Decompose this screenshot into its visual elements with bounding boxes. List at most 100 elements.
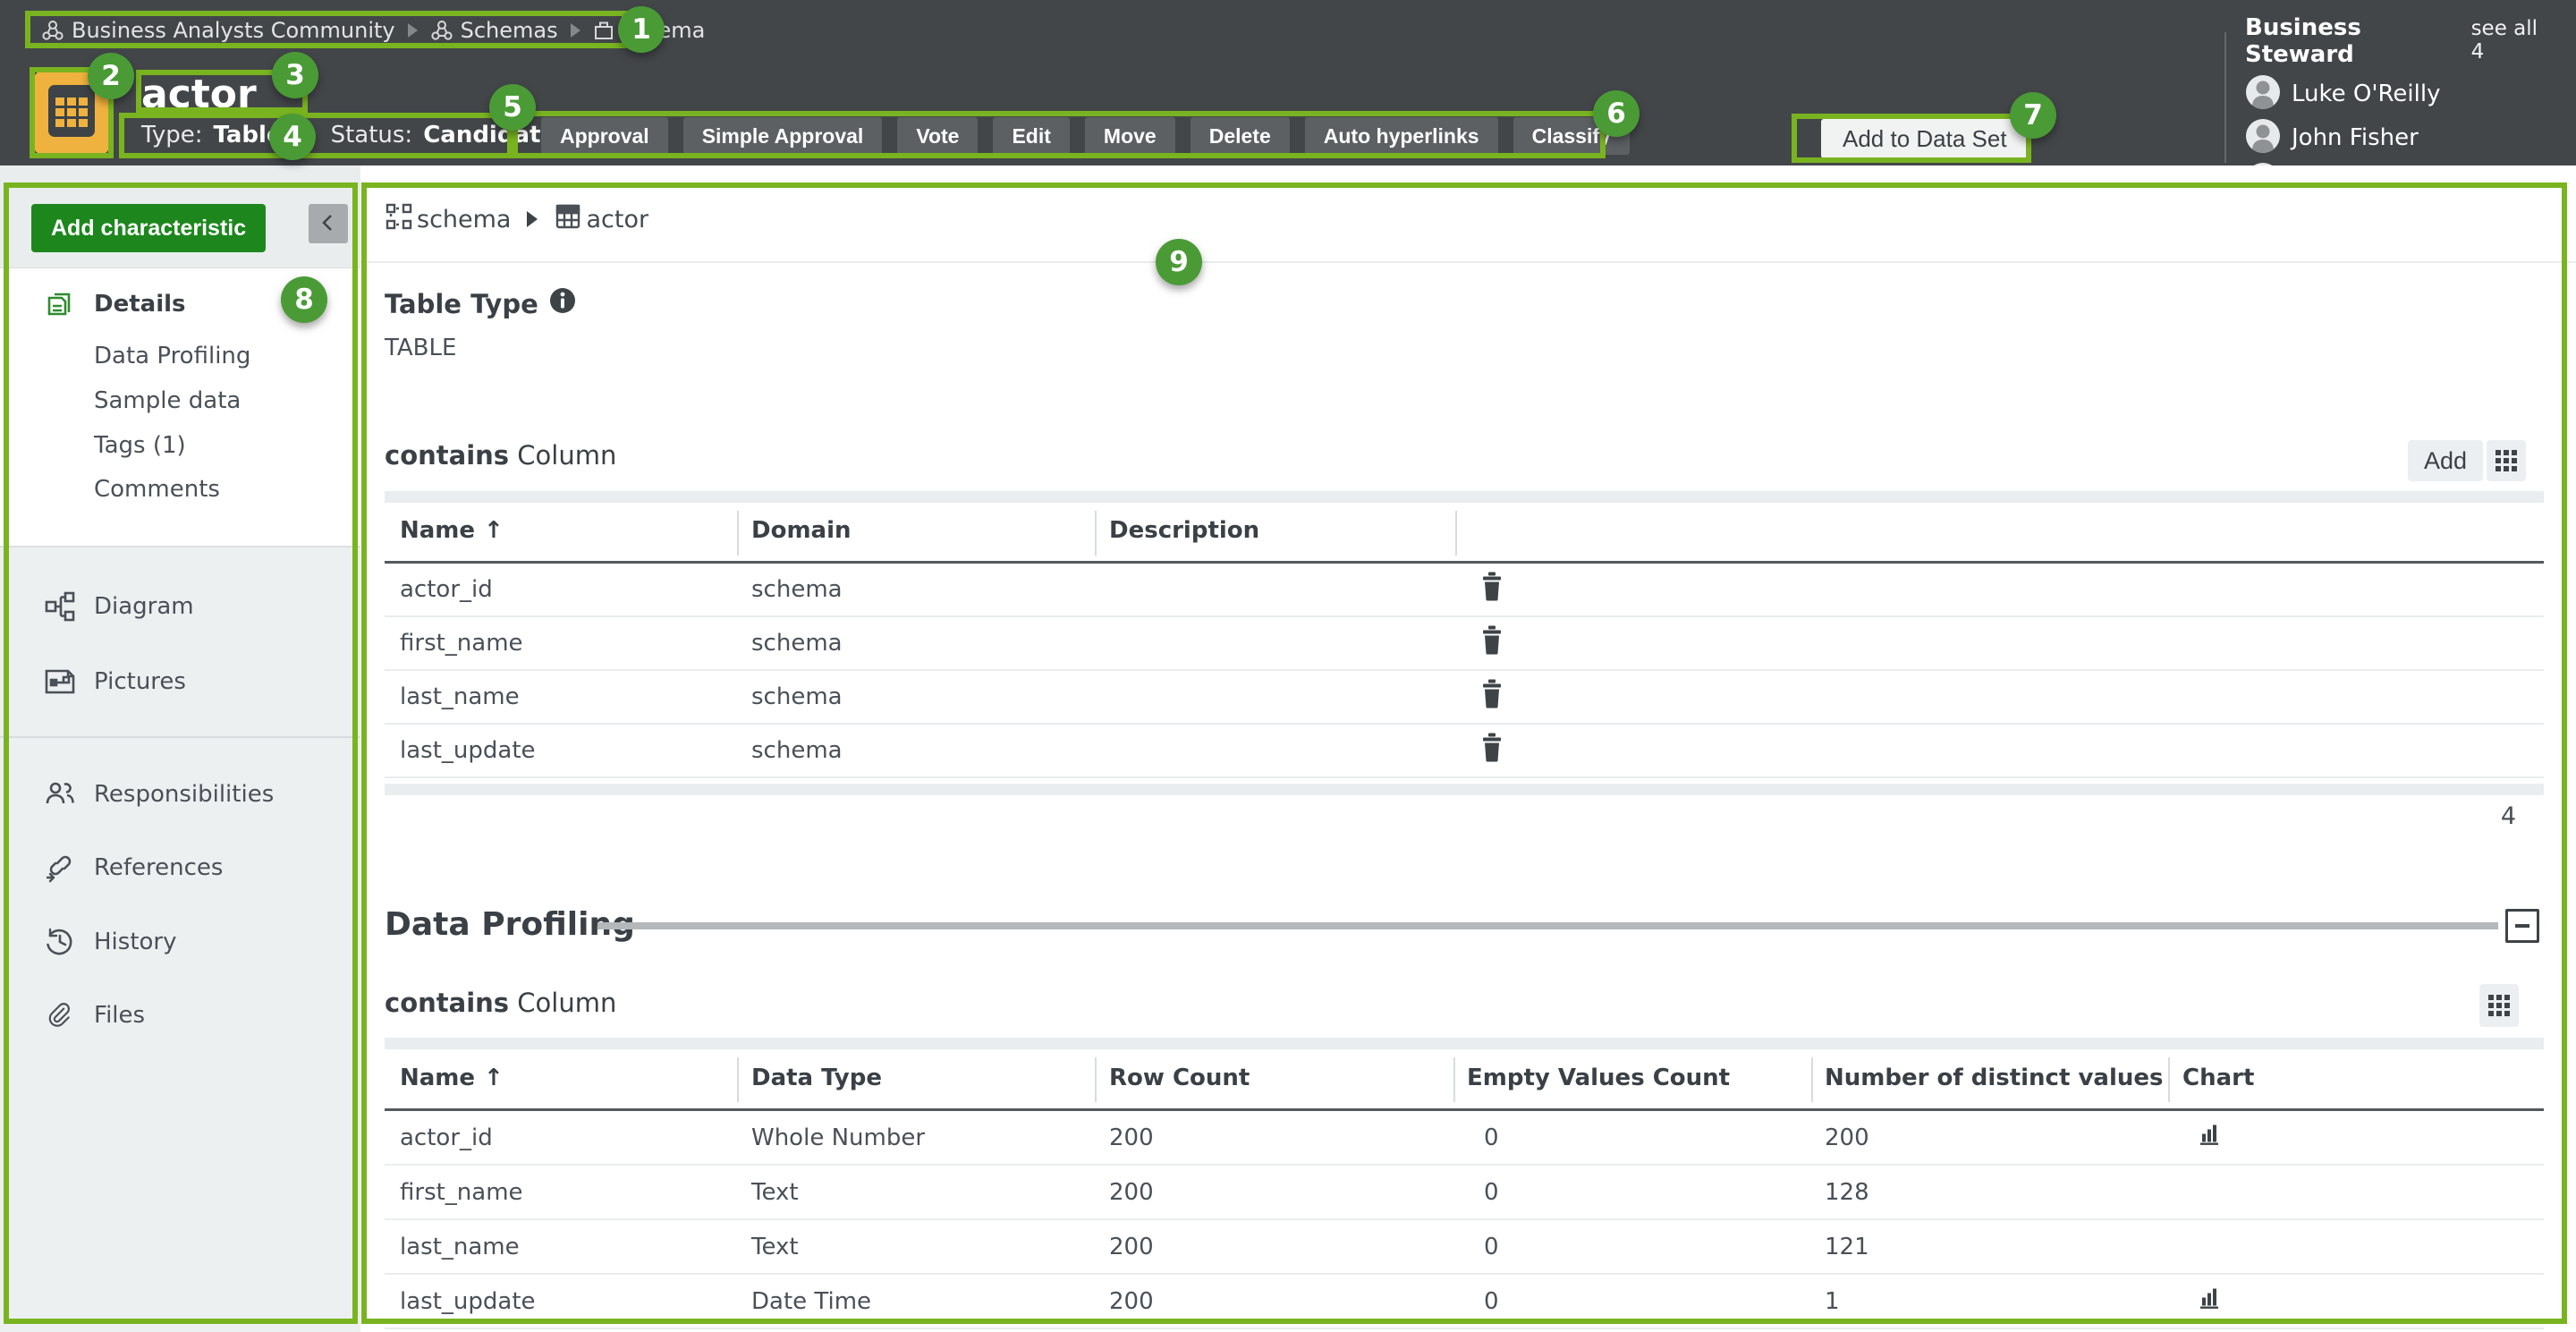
cell-name: last_name <box>400 1234 520 1260</box>
sidebar-item-references[interactable]: References <box>0 845 360 890</box>
sidebar-item-diagram[interactable]: Diagram <box>0 584 360 629</box>
breadcrumb: Business Analysts Community Schemas sche… <box>41 13 705 48</box>
sidebar-item-sample-data[interactable]: Sample data <box>0 378 360 423</box>
column-header-empty-values[interactable]: Empty Values Count <box>1467 1065 1730 1091</box>
simple-approval-button[interactable]: Simple Approval <box>683 117 883 155</box>
delete-row-icon[interactable] <box>1480 734 1504 768</box>
asset-breadcrumb: schema actor <box>385 199 648 239</box>
steward-user[interactable]: John Fisher <box>2245 120 2567 156</box>
sidebar-item-files[interactable]: Files <box>0 993 360 1038</box>
move-button[interactable]: Move <box>1085 117 1175 155</box>
sidebar-item-responsibilities[interactable]: Responsibilities <box>0 772 360 817</box>
column-header-name[interactable]: Name↑ <box>400 517 504 544</box>
sidebar-item-label: Details <box>94 291 186 318</box>
bar-chart-icon[interactable] <box>2199 1123 2221 1152</box>
breadcrumb-item-schema[interactable]: schema <box>593 18 706 43</box>
cell-empty-values: 0 <box>1484 1234 1499 1260</box>
steward-divider <box>2224 32 2226 163</box>
sidebar-item-history[interactable]: History <box>0 920 360 964</box>
delete-row-icon[interactable] <box>1480 626 1504 661</box>
delete-row-icon[interactable] <box>1480 680 1504 715</box>
column-separator <box>1811 1057 1813 1102</box>
info-icon[interactable] <box>549 287 576 320</box>
column-header-name[interactable]: Name↑ <box>400 1065 504 1091</box>
steward-user[interactable]: Luke O'Reilly <box>2245 76 2567 112</box>
breadcrumb-label: schema <box>417 206 511 233</box>
sidebar-item-data-profiling[interactable]: Data Profiling <box>0 334 360 378</box>
breadcrumb-item-community[interactable]: Business Analysts Community <box>41 18 395 43</box>
breadcrumb-arrow-icon <box>408 23 418 38</box>
auto-hyperlinks-button[interactable]: Auto hyperlinks <box>1305 117 1498 155</box>
sidebar-toolbar: Add characteristic <box>0 165 360 268</box>
breadcrumb-item-schemas[interactable]: Schemas <box>430 18 558 43</box>
cell-distinct-values: 1 <box>1825 1288 1840 1315</box>
cell-data-type: Whole Number <box>751 1124 925 1151</box>
column-header-row-count[interactable]: Row Count <box>1109 1065 1250 1091</box>
breadcrumb-item-schema[interactable]: schema <box>385 202 511 237</box>
column-header-data-type[interactable]: Data Type <box>751 1065 882 1091</box>
row-count-total: 4 <box>2445 802 2516 830</box>
see-all-link[interactable]: see all 4 <box>2471 17 2555 64</box>
column-separator <box>737 511 739 556</box>
sidebar-collapse-button[interactable] <box>309 204 348 243</box>
table-asset-icon <box>47 83 97 142</box>
bar-chart-icon[interactable] <box>2199 1286 2221 1316</box>
add-characteristic-button[interactable]: Add characteristic <box>31 204 266 252</box>
sidebar-item-tags[interactable]: Tags (1) <box>0 423 360 468</box>
breadcrumb-label: Schemas <box>461 18 558 43</box>
status-label: Status: <box>331 122 413 148</box>
table-type-value: TABLE <box>385 335 456 361</box>
cell-row-count: 200 <box>1109 1124 1154 1151</box>
table-grid-view-icon[interactable] <box>2487 440 2526 481</box>
table-grid-view-icon[interactable] <box>2479 984 2519 1027</box>
table-row: actor_id Whole Number 200 0 200 <box>385 1111 2544 1166</box>
vote-button[interactable]: Vote <box>897 117 978 155</box>
column-header-description[interactable]: Description <box>1109 517 1259 544</box>
breadcrumb-item-actor[interactable]: actor <box>554 202 648 237</box>
sidebar-item-label: Tags (1) <box>94 432 186 459</box>
approval-button[interactable]: Approval <box>541 117 668 155</box>
column-header-chart[interactable]: Chart <box>2182 1065 2254 1091</box>
column-separator <box>737 1057 739 1102</box>
page-title: actor <box>141 72 257 117</box>
delete-button[interactable]: Delete <box>1191 117 1290 155</box>
domain-icon <box>593 20 614 41</box>
cell-distinct-values: 121 <box>1825 1234 1869 1260</box>
cell-empty-values: 0 <box>1484 1124 1499 1151</box>
column-header-domain[interactable]: Domain <box>751 517 852 544</box>
add-to-data-set-button[interactable]: Add to Data Set <box>1821 119 2029 158</box>
cell-row-count: 200 <box>1109 1288 1154 1315</box>
delete-row-icon[interactable] <box>1480 573 1504 607</box>
contains-column-heading: contains Column <box>385 440 616 471</box>
sidebar-item-comments[interactable]: Comments <box>0 467 360 512</box>
cell-data-type: Date Time <box>751 1288 871 1315</box>
add-column-button[interactable]: Add <box>2408 440 2483 481</box>
column-separator <box>1453 1057 1455 1102</box>
column-header-distinct-values[interactable]: Number of distinct values <box>1825 1065 2163 1091</box>
collapse-section-icon[interactable] <box>2505 909 2539 943</box>
table-row: last_name schema <box>385 671 2544 725</box>
steward-user-name: Luke O'Reilly <box>2292 81 2440 107</box>
sidebar-item-pictures[interactable]: Pictures <box>0 659 360 704</box>
cell-empty-values: 0 <box>1484 1288 1499 1315</box>
divider <box>360 261 2576 263</box>
sidebar-item-details[interactable]: Details <box>0 282 360 327</box>
type-label: Type: <box>141 122 202 148</box>
table-row: last_update Date Time 200 0 1 <box>385 1275 2544 1329</box>
classify-button[interactable]: Classify <box>1513 117 1630 155</box>
breadcrumb-arrow-icon <box>527 211 538 227</box>
edit-button[interactable]: Edit <box>993 117 1069 155</box>
sidebar-item-label: Data Profiling <box>94 343 250 369</box>
sidebar: Add characteristic Details Data Profilin… <box>0 165 360 1332</box>
table-type-heading: Table Type <box>385 287 576 320</box>
community-icon <box>41 19 64 42</box>
cell-row-count: 200 <box>1109 1179 1154 1206</box>
avatar <box>2245 118 2281 157</box>
cell-name: last_name <box>400 683 520 710</box>
type-value: Table <box>213 122 282 148</box>
sidebar-item-label: Diagram <box>94 593 194 620</box>
history-clock-icon <box>43 926 77 958</box>
breadcrumb-label: actor <box>586 206 648 233</box>
link-icon <box>43 852 77 884</box>
steward-title: Business Steward <box>2245 14 2471 68</box>
